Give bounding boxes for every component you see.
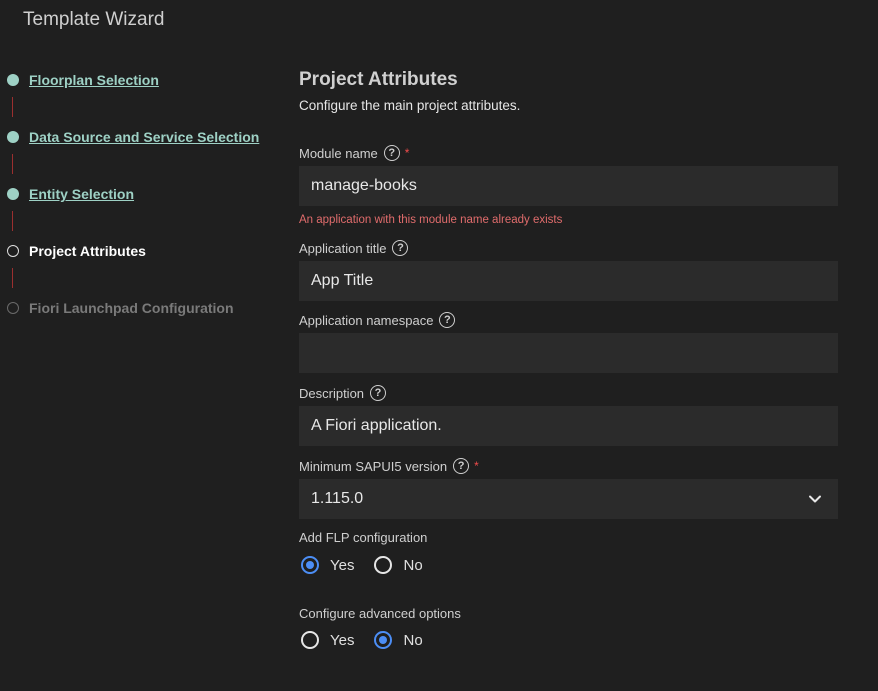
app-namespace-label: Application namespace ? <box>299 312 456 328</box>
wizard-steps: Floorplan Selection Data Source and Serv… <box>0 0 290 691</box>
app-title-label: Application title ? <box>299 240 409 256</box>
radio-unchecked-icon <box>301 631 319 649</box>
step-project-attributes: Project Attributes <box>7 240 146 262</box>
step-connector <box>12 268 13 288</box>
step-label: Entity Selection <box>29 186 135 202</box>
step-connector <box>12 154 13 174</box>
step-label: Floorplan Selection <box>29 72 159 88</box>
add-flp-yes-radio[interactable]: Yes <box>301 556 354 574</box>
help-icon[interactable]: ? <box>439 312 456 328</box>
radio-checked-icon <box>374 631 393 649</box>
step-entity-selection[interactable]: Entity Selection <box>7 183 134 205</box>
radio-unchecked-icon <box>374 556 393 574</box>
step-connector <box>12 211 13 231</box>
advanced-options-label: Configure advanced options <box>299 606 461 621</box>
help-icon[interactable]: ? <box>392 240 409 256</box>
module-name-input[interactable] <box>299 166 838 206</box>
step-floorplan-selection[interactable]: Floorplan Selection <box>7 69 159 91</box>
step-connector <box>12 97 13 117</box>
step-current-dot-icon <box>7 245 19 257</box>
help-icon[interactable]: ? <box>370 385 387 401</box>
page-subtitle: Configure the main project attributes. <box>299 98 521 113</box>
description-label: Description ? <box>299 385 387 401</box>
chevron-down-icon <box>808 492 822 506</box>
required-mark: * <box>474 459 479 473</box>
advanced-options-radio-group: Yes No <box>301 631 443 649</box>
advanced-yes-radio[interactable]: Yes <box>301 631 354 649</box>
step-complete-dot-icon <box>7 74 19 86</box>
add-flp-label: Add FLP configuration <box>299 530 428 545</box>
min-ui5-value: 1.115.0 <box>311 490 364 507</box>
advanced-no-radio[interactable]: No <box>374 631 423 649</box>
app-title-input[interactable] <box>299 261 838 301</box>
step-data-source[interactable]: Data Source and Service Selection <box>7 126 259 148</box>
add-flp-no-radio[interactable]: No <box>374 556 423 574</box>
radio-checked-icon <box>301 556 319 574</box>
add-flp-radio-group: Yes No <box>301 556 443 574</box>
step-pending-dot-icon <box>7 302 19 314</box>
step-label: Fiori Launchpad Configuration <box>29 300 234 316</box>
min-ui5-select[interactable]: 1.115.0 <box>299 479 838 519</box>
required-mark: * <box>404 146 410 160</box>
page-title: Project Attributes <box>299 69 458 90</box>
step-complete-dot-icon <box>7 131 19 143</box>
app-namespace-input[interactable] <box>299 333 838 373</box>
module-name-label: Module name ? * <box>299 145 410 161</box>
step-complete-dot-icon <box>7 188 19 200</box>
module-name-error: An application with this module name alr… <box>299 214 563 226</box>
min-ui5-label: Minimum SAPUI5 version ? * <box>299 458 479 474</box>
description-input[interactable] <box>299 406 838 446</box>
help-icon[interactable]: ? <box>383 145 400 161</box>
help-icon[interactable]: ? <box>453 458 470 474</box>
step-label: Project Attributes <box>29 243 146 259</box>
step-label: Data Source and Service Selection <box>29 129 260 145</box>
step-flp-configuration: Fiori Launchpad Configuration <box>7 297 234 319</box>
